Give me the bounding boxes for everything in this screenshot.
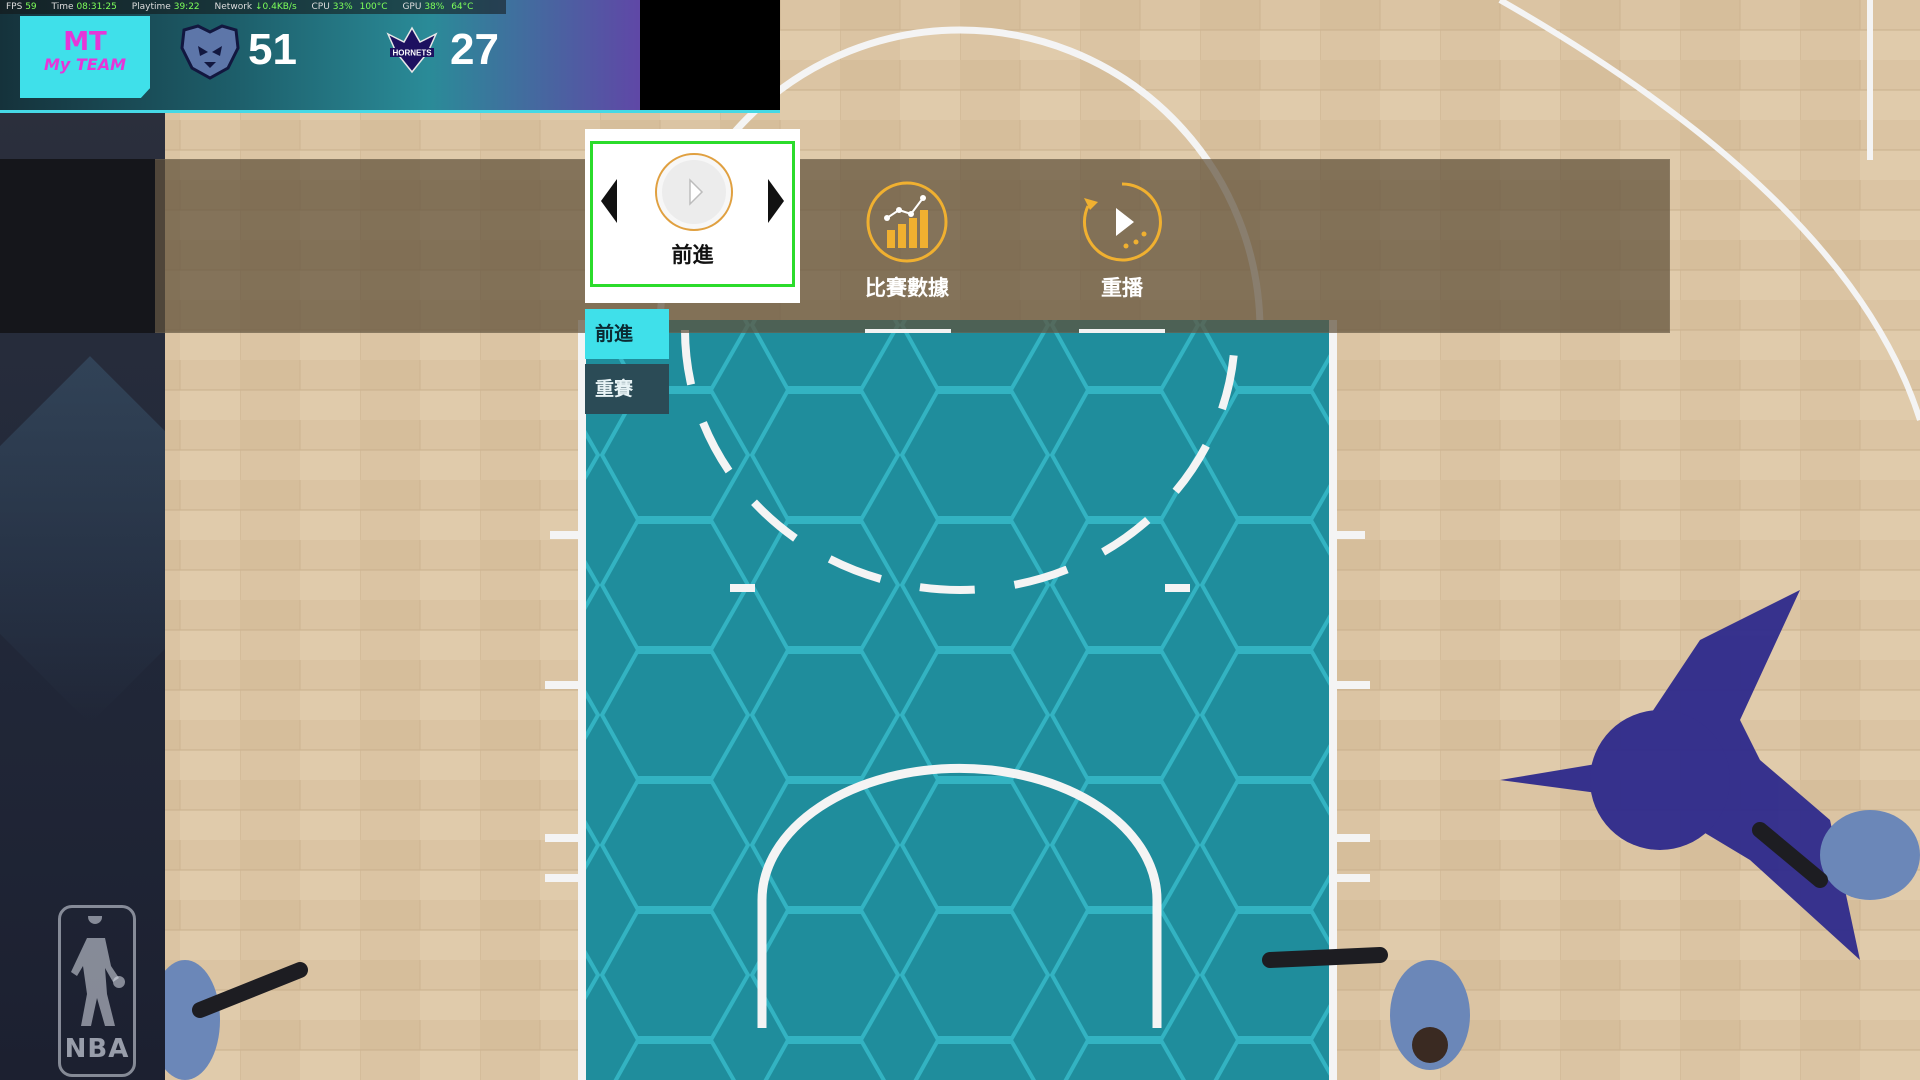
network-value: ↓0.4KB/s (254, 2, 297, 12)
playtime-value: 39:22 (173, 2, 200, 12)
menu-item-replay[interactable]: 重播 (1067, 180, 1177, 302)
nba-silhouette-icon (71, 916, 125, 1026)
time-label: Time (51, 2, 74, 12)
myteam-logo-text: My TEAM (43, 55, 127, 74)
cpu-temp: 100°C (359, 2, 388, 12)
gpu-temp: 64°C (451, 2, 474, 12)
myteam-logo: MT My TEAM (20, 16, 150, 98)
menu-item-replay-underline (1079, 329, 1165, 333)
scoreboard: MT My TEAM 51 HORNETS 27 (0, 0, 780, 113)
cpu-label: CPU (311, 2, 330, 12)
away-score: 27 (450, 25, 499, 74)
menu-bar-left-panel (0, 159, 155, 333)
playtime-label: Playtime (131, 2, 171, 12)
gpu-label: GPU (402, 2, 422, 12)
fps-label: FPS (6, 2, 23, 12)
menu-item-stats-underline (865, 329, 951, 333)
menu-item-replay-label: 重播 (1101, 276, 1143, 300)
menu-item-stats-label: 比賽數據 (865, 276, 949, 300)
menu-item-continue[interactable]: 前進 (585, 129, 800, 303)
replay-icon (1082, 182, 1162, 262)
play-circle-icon (655, 153, 733, 231)
menu-item-stats[interactable]: 比賽數據 (852, 180, 962, 302)
panel-decoration (0, 356, 165, 724)
cpu-value: 33% (332, 2, 353, 12)
network-label: Network (214, 2, 253, 12)
hornets-logo-icon: HORNETS (386, 26, 438, 74)
gpu-value: 38% (424, 2, 445, 12)
arrow-left-icon[interactable] (601, 179, 617, 223)
performance-overlay: FPS 59 Time 08:31:25 Playtime 39:22 Netw… (0, 0, 506, 14)
hornets-logo-text: HORNETS (392, 49, 432, 58)
menu-item-continue-label: 前進 (671, 243, 714, 267)
fps-value: 59 (25, 2, 37, 12)
arrow-right-icon[interactable] (768, 179, 784, 223)
home-score: 51 (248, 25, 297, 74)
submenu-option-continue[interactable]: 前進 (585, 309, 669, 359)
bar-chart-icon (866, 181, 948, 263)
nba-logo: NBA (58, 905, 136, 1077)
pause-menu-bar (0, 159, 1670, 333)
grizzlies-logo-icon (180, 24, 240, 80)
submenu-option-restart[interactable]: 重賽 (585, 364, 669, 414)
myteam-logo-mt: MT (63, 27, 107, 57)
nba-logo-text: NBA (64, 1034, 130, 1064)
time-value: 08:31:25 (76, 2, 117, 12)
